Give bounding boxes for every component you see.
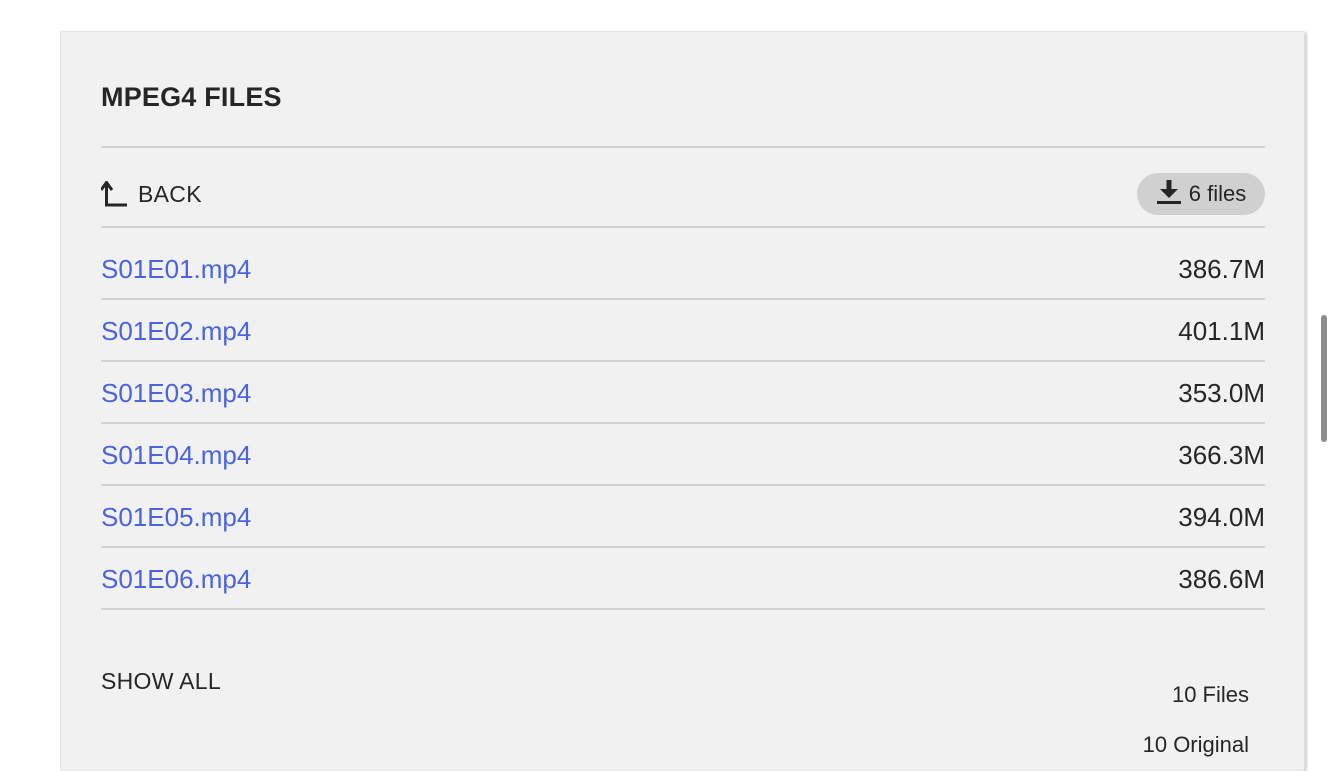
download-icon bbox=[1156, 179, 1182, 210]
file-row: S01E04.mp4 366.3M bbox=[101, 424, 1265, 486]
scrollbar-thumb[interactable] bbox=[1321, 315, 1327, 442]
file-row: S01E06.mp4 386.6M bbox=[101, 548, 1265, 610]
download-all-button[interactable]: 6 files bbox=[1137, 173, 1265, 215]
file-link[interactable]: S01E06.mp4 bbox=[101, 548, 251, 610]
file-link[interactable]: S01E02.mp4 bbox=[101, 300, 251, 362]
back-arrow-icon bbox=[101, 181, 129, 207]
file-size: 394.0M bbox=[1178, 502, 1265, 532]
file-link[interactable]: S01E05.mp4 bbox=[101, 486, 251, 548]
file-link[interactable]: S01E01.mp4 bbox=[101, 238, 251, 300]
title-divider bbox=[101, 146, 1265, 148]
file-row: S01E01.mp4 386.7M bbox=[101, 238, 1265, 300]
file-row: S01E05.mp4 394.0M bbox=[101, 486, 1265, 548]
file-size: 366.3M bbox=[1178, 440, 1265, 470]
show-all-button[interactable]: SHOW ALL bbox=[101, 668, 221, 695]
file-row: S01E03.mp4 353.0M bbox=[101, 362, 1265, 424]
file-link[interactable]: S01E03.mp4 bbox=[101, 362, 251, 424]
file-row: S01E02.mp4 401.1M bbox=[101, 300, 1265, 362]
file-size: 401.1M bbox=[1178, 316, 1265, 346]
original-count: 10 Original bbox=[1142, 732, 1249, 757]
back-label: BACK bbox=[138, 180, 202, 207]
files-count: 10 Files bbox=[1171, 682, 1249, 707]
file-size: 386.6M bbox=[1178, 564, 1265, 594]
download-count-label: 6 files bbox=[1188, 181, 1247, 206]
toolbar-divider bbox=[101, 226, 1265, 228]
file-list-panel: MPEG4 FILES BACK 6 files S01E01.mp4 386.… bbox=[60, 31, 1305, 771]
back-button[interactable]: BACK bbox=[101, 178, 202, 210]
file-size: 353.0M bbox=[1178, 378, 1265, 408]
file-size: 386.7M bbox=[1178, 254, 1265, 284]
file-link[interactable]: S01E04.mp4 bbox=[101, 424, 251, 486]
row-divider bbox=[101, 608, 1265, 610]
section-title: MPEG4 FILES bbox=[101, 82, 282, 112]
